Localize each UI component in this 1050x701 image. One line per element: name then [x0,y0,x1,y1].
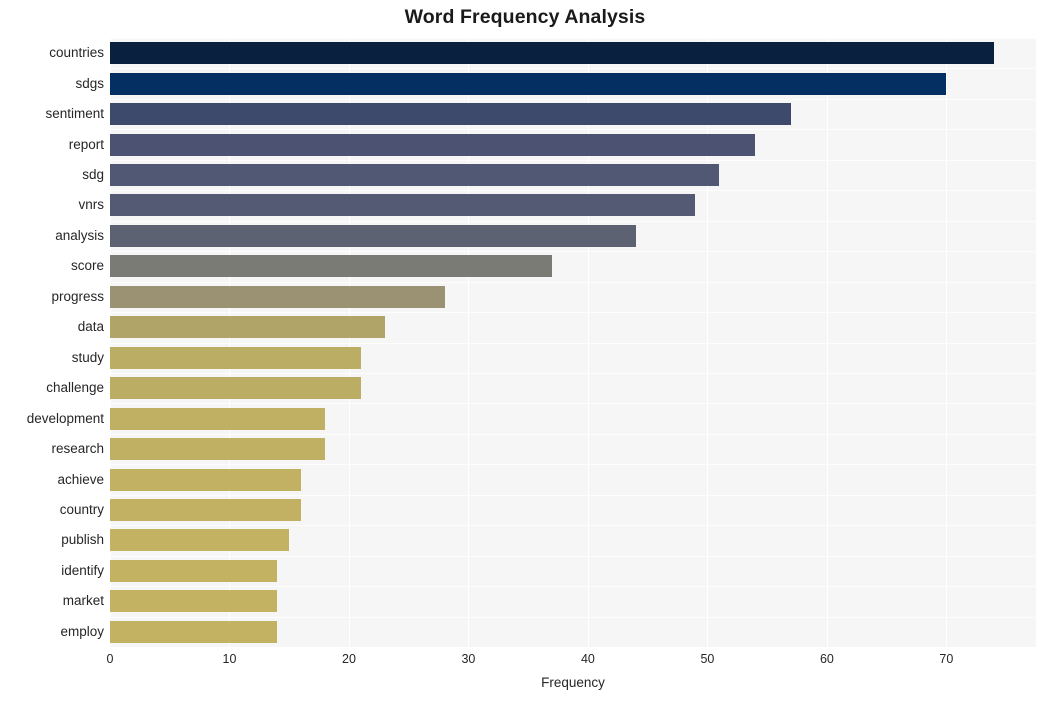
y-tick-label-development: development [26,410,104,426]
bar [110,285,445,308]
x-tick-label-0: 0 [106,652,114,666]
y-tick-label-sdg: sdg [82,167,104,183]
chart-title: Word Frequency Analysis [404,6,646,28]
x-axis-title: Frequency [541,675,605,690]
bar [110,72,947,95]
y-tick-label-identify: identify [61,562,104,578]
bar [110,194,696,217]
bar [110,620,278,643]
gridline-y-7 [110,251,1036,252]
x-tick-label-10: 10 [222,652,237,666]
x-tick-label-70: 70 [939,652,954,666]
y-tick-label-progress: progress [51,288,104,304]
gridline-y-9 [110,312,1036,313]
plot-area [110,38,1036,647]
gridline-y-0 [110,38,1036,39]
y-tick-label-challenge: challenge [46,380,104,396]
gridline-y-6 [110,221,1036,222]
gridline-y-3 [110,129,1036,130]
gridline-y-17 [110,556,1036,557]
x-tick-label-40: 40 [580,652,595,666]
y-tick-label-report: report [68,136,104,152]
gridline-y-11 [110,373,1036,374]
gridline-y-1 [110,68,1036,69]
bar [110,42,995,65]
gridline-y-14 [110,464,1036,465]
y-tick-label-vnrs: vnrs [78,197,104,213]
bar [110,407,326,430]
y-tick-label-analysis: analysis [55,227,104,243]
y-tick-label-sentiment: sentiment [45,106,104,122]
x-axis-tick-labels: 0 10 20 30 40 50 60 70 [0,652,1050,672]
x-tick-label-60: 60 [819,652,834,666]
y-tick-label-score: score [70,258,104,274]
y-tick-label-countries: countries [49,45,104,61]
bar [110,529,290,552]
bar [110,103,792,126]
gridline-y-8 [110,282,1036,283]
bar [110,164,720,187]
word-frequency-bar-chart: Word Frequency Analysis countries sdgs sen… [0,0,1050,701]
bar [110,468,302,491]
bar [110,438,326,461]
bar [110,498,302,521]
bar [110,590,278,613]
y-tick-label-data: data [77,319,104,335]
gridline-y-12 [110,403,1036,404]
gridline-y-18 [110,586,1036,587]
y-tick-label-research: research [51,441,104,457]
gridline-y-10 [110,343,1036,344]
y-tick-label-market: market [62,593,104,609]
y-tick-label-sdgs: sdgs [75,75,104,91]
bar [110,377,361,400]
x-tick-label-30: 30 [461,652,476,666]
x-tick-label-20: 20 [342,652,356,666]
gridline-y-4 [110,160,1036,161]
gridline-y-15 [110,495,1036,496]
y-tick-label-country: country [59,501,104,517]
y-tick-label-employ: employ [60,623,104,639]
y-tick-label-publish: publish [61,532,104,548]
y-tick-label-study: study [71,349,104,365]
y-tick-label-achieve: achieve [57,471,104,487]
bar [110,224,636,247]
bar [110,133,756,156]
bar [110,559,278,582]
gridline-y-16 [110,525,1036,526]
bar [110,346,361,369]
bar [110,316,385,339]
gridline-y-2 [110,99,1036,100]
x-tick-label-50: 50 [700,652,715,666]
bar [110,255,553,278]
gridline-y-19 [110,617,1036,618]
gridline-y-13 [110,434,1036,435]
gridline-y-5 [110,190,1036,191]
y-axis-tick-labels: countries sdgs sentiment report sdg vnrs analy… [0,38,104,647]
